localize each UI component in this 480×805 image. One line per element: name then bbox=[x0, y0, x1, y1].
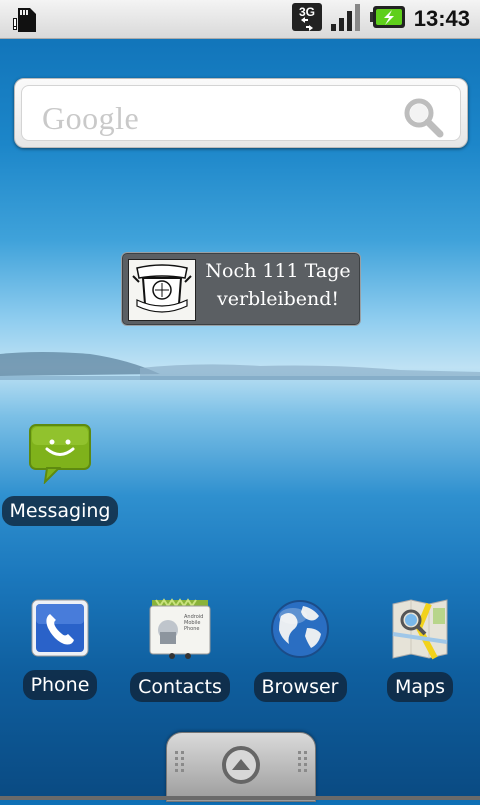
app-label-browser: Browser bbox=[253, 672, 347, 702]
globe-icon[interactable] bbox=[240, 598, 360, 664]
svg-text:Phone: Phone bbox=[184, 626, 200, 632]
app-phone[interactable]: Phone bbox=[0, 598, 120, 700]
app-maps[interactable]: Maps bbox=[360, 598, 480, 702]
countdown-widget[interactable]: Noch 111 Tage verbleibend! bbox=[121, 252, 361, 326]
app-label-messaging: Messaging bbox=[1, 496, 119, 526]
svg-text:3G: 3G bbox=[299, 5, 315, 19]
magnifier-icon[interactable] bbox=[402, 96, 444, 142]
wallpaper-horizon bbox=[0, 352, 480, 380]
app-browser[interactable]: Browser bbox=[240, 598, 360, 702]
bottom-edge bbox=[0, 796, 480, 800]
signal-strength-icon bbox=[330, 2, 362, 36]
arrow-up-icon[interactable] bbox=[221, 745, 261, 789]
sd-card-icon bbox=[10, 4, 42, 40]
contacts-icon[interactable]: Android Mobile Phone bbox=[120, 598, 240, 664]
google-search-widget[interactable]: Google bbox=[14, 78, 468, 148]
battery-charging-icon bbox=[369, 5, 406, 33]
app-label-maps: Maps bbox=[387, 672, 453, 702]
google-logo: Google bbox=[42, 100, 140, 136]
3g-data-icon: 3G bbox=[291, 1, 322, 37]
app-label-phone: Phone bbox=[22, 670, 98, 700]
messaging-icon[interactable] bbox=[0, 422, 120, 488]
phone-icon[interactable] bbox=[0, 598, 120, 662]
maps-icon[interactable] bbox=[360, 598, 480, 664]
countdown-text: Noch 111 Tage verbleibend! bbox=[202, 257, 354, 313]
countdown-line2: verbleibend! bbox=[216, 288, 340, 310]
clock[interactable]: 13:43 bbox=[414, 6, 470, 32]
app-messaging[interactable]: Messaging bbox=[0, 422, 120, 526]
status-bar: 3G 13:43 bbox=[0, 0, 480, 39]
countdown-line1: Noch 111 Tage bbox=[205, 260, 351, 282]
crest-icon bbox=[128, 259, 196, 321]
app-contacts[interactable]: Android Mobile Phone Contacts bbox=[120, 598, 240, 702]
search-input[interactable]: Google bbox=[21, 85, 461, 141]
app-label-contacts: Contacts bbox=[130, 672, 230, 702]
app-drawer-handle[interactable] bbox=[166, 732, 316, 802]
